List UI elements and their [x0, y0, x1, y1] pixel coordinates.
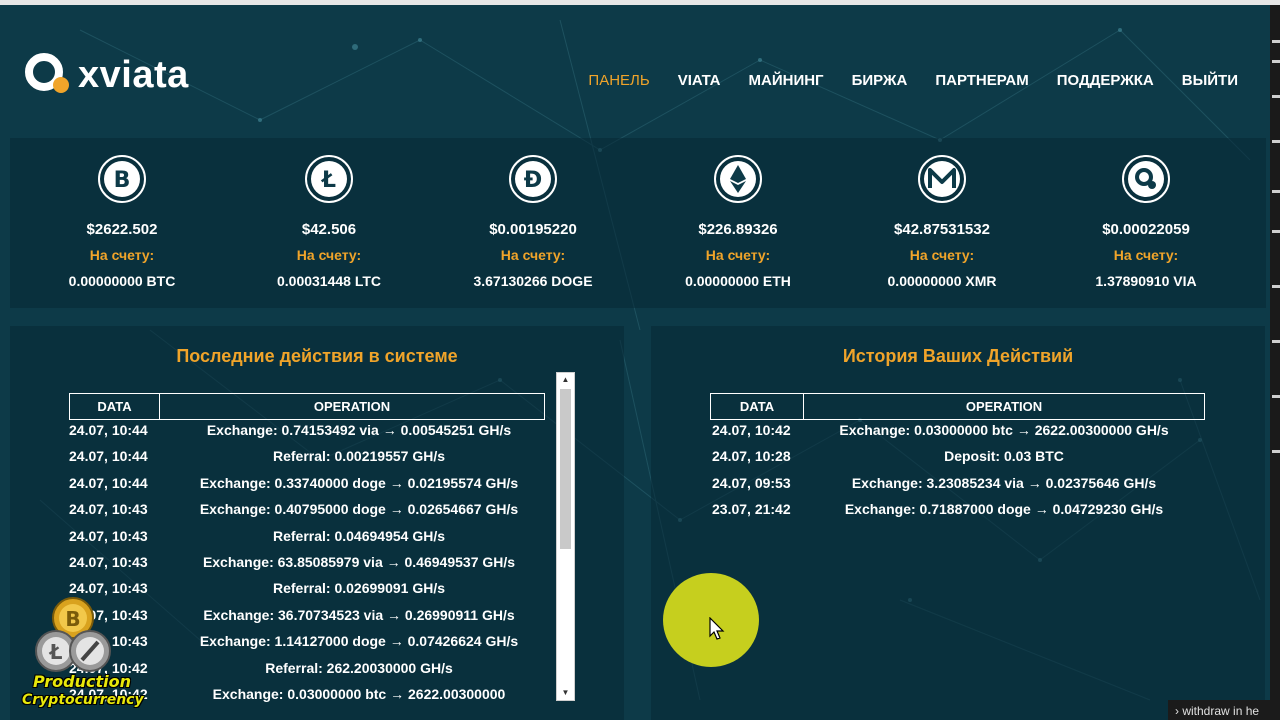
svg-text:Đ: Đ [524, 168, 542, 193]
history-title: История Ваших Действий [842, 346, 1074, 366]
history-table-header: DATA OPERATION [710, 393, 1205, 420]
viata-icon [1122, 155, 1170, 203]
column-header-operation: OPERATION [313, 399, 391, 414]
main-nav: ПАНЕЛЬ VIATA МАЙНИНГ БИРЖА ПАРТНЕРАМ ПОД… [588, 72, 1238, 89]
svg-text:Ł: Ł [49, 640, 63, 664]
table-row: 24.07, 10:43 Exchange: 0.40795000 doge → … [69, 501, 519, 517]
coin-btc: B $2622.502 На счету: 0.00000000 BTC [22, 154, 222, 289]
scroll-up-arrow-icon[interactable]: ▲ [557, 373, 574, 387]
coin-balance: 0.00000000 BTC [68, 273, 176, 289]
nav-viata[interactable]: VIATA [678, 72, 721, 89]
table-row: 24.07, 10:28 Deposit: 0.03 BTC [712, 448, 1064, 464]
coin-balance: 1.37890910 VIA [1095, 273, 1197, 289]
scroll-down-arrow-icon[interactable]: ▼ [557, 686, 574, 700]
column-header-date: DATA [711, 394, 804, 419]
table-row: 24.07, 10:43 Exchange: 63.85085979 via → … [69, 554, 516, 570]
coin-balance: 0.00000000 XMR [887, 273, 997, 289]
tooltip: › withdraw in he [1168, 700, 1280, 720]
nav-support[interactable]: ПОДДЕРЖКА [1057, 72, 1154, 89]
top-border [0, 0, 1280, 5]
watermark-line-2: Cryptocurrency [22, 692, 144, 708]
table-row: 23.07, 21:42 Exchange: 0.71887000 doge → … [712, 501, 1164, 517]
coin-xmr: $42.87531532 На счету: 0.00000000 XMR [842, 154, 1042, 289]
ethereum-icon [714, 155, 762, 203]
coins-panel: B $2622.502 На счету: 0.00000000 BTC Ł $… [10, 138, 1266, 308]
recent-actions-title: Последние действия в системе [176, 346, 458, 366]
history-panel: История Ваших Действий DATA OPERATION 24… [651, 326, 1265, 720]
coin-label: На счету: [705, 247, 771, 263]
svg-text:B: B [114, 168, 131, 193]
table-row: 24.07, 10:43Exchange: 1.14127000 doge → … [69, 633, 519, 649]
recent-scrollbar[interactable]: ▲ ▼ [556, 372, 575, 701]
nav-panel[interactable]: ПАНЕЛЬ [588, 72, 649, 89]
table-row: 24.07, 10:44 Referral: 0.00219557 GH/s [69, 448, 445, 464]
coin-price: $42.87531532 [894, 221, 990, 238]
coin-label: На счету: [909, 247, 975, 263]
recent-table-body: 24.07, 10:44 Exchange: 0.74153492 via → 0… [69, 422, 549, 720]
coin-ltc: Ł $42.506 На счету: 0.00031448 LTC [229, 154, 429, 289]
coin-price: $0.00022059 [1102, 221, 1190, 238]
table-row: 24.07, 10:43 Referral: 0.02699091 GH/s [69, 580, 445, 596]
nav-exchange[interactable]: БИРЖА [852, 72, 908, 89]
coin-price: $2622.502 [86, 221, 158, 238]
coin-label: На счету: [296, 247, 362, 263]
coin-price: $42.506 [301, 221, 357, 238]
scroll-thumb[interactable] [560, 389, 571, 549]
coin-price: $0.00195220 [489, 221, 577, 238]
column-header-operation: OPERATION [965, 399, 1043, 414]
mouse-cursor-icon [709, 617, 725, 640]
dogecoin-icon: Đ [509, 155, 557, 203]
coin-doge: Đ $0.00195220 На счету: 3.67130266 DOGE [433, 154, 633, 289]
table-row: 24.07, 10:44 Exchange: 0.74153492 via → 0… [69, 422, 512, 438]
coin-balance: 0.00031448 LTC [276, 273, 382, 289]
adjacent-window-edge [1270, 0, 1280, 720]
nav-logout[interactable]: ВЫЙТИ [1182, 72, 1238, 89]
coin-label: На счету: [1113, 247, 1179, 263]
column-header-date: DATA [70, 394, 160, 419]
coin-label: На счету: [89, 247, 155, 263]
coin-price: $226.89326 [698, 221, 778, 238]
table-row: 24.07, 10:43 Exchange: 36.70734523 via → … [69, 607, 515, 623]
watermark-line-1: Production [33, 672, 131, 691]
table-row: 24.07, 10:44 Exchange: 0.33740000 doge → … [69, 475, 519, 491]
coin-via: $0.00022059 На счету: 1.37890910 VIA [1046, 154, 1246, 289]
svg-text:B: B [65, 607, 80, 631]
table-row: 24.07, 10:43 Referral: 0.04694954 GH/s [69, 528, 445, 544]
logo-text: xviata [78, 53, 189, 96]
nav-mining[interactable]: МАЙНИНГ [749, 72, 824, 89]
tooltip-text: withdraw in he [1182, 704, 1260, 718]
litecoin-icon: Ł [305, 155, 353, 203]
coin-label: На счету: [500, 247, 566, 263]
svg-text:Ł: Ł [321, 168, 336, 193]
nav-partners[interactable]: ПАРТНЕРАМ [935, 72, 1028, 89]
bitcoin-icon: B [98, 155, 146, 203]
coin-balance: 3.67130266 DOGE [473, 273, 593, 289]
recent-table-header: DATA OPERATION [69, 393, 545, 420]
monero-icon [918, 155, 966, 203]
xviata-logo-icon [25, 53, 69, 93]
table-row: 24.07, 10:42 Referral: 262.20030000 GH/s [69, 660, 453, 676]
logo[interactable]: xviata [24, 52, 189, 98]
table-row: 24.07, 09:53 Exchange: 3.23085234 via → 0… [712, 475, 1157, 491]
coin-balance: 0.00000000 ETH [685, 273, 791, 289]
table-row: 24.07, 10:42 Exchange: 0.03000000 btc → 2… [712, 422, 1169, 438]
coin-eth: $226.89326 На счету: 0.00000000 ETH [638, 154, 838, 289]
